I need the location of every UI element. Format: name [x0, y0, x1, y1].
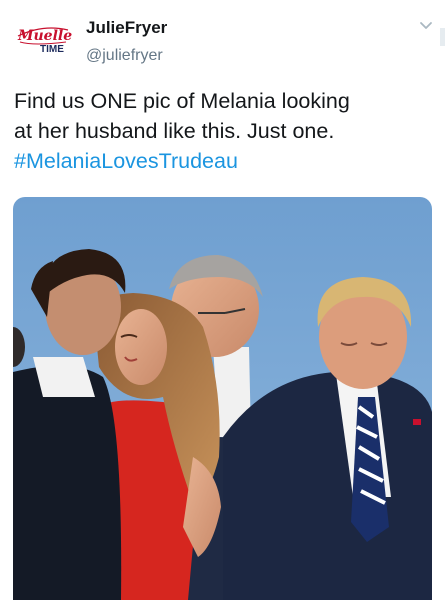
display-name[interactable]: JulieFryer [86, 18, 167, 38]
tweet-card[interactable]: Mueller TIME JulieFryer @juliefryer Find… [0, 0, 445, 600]
tweet-photo[interactable] [13, 197, 432, 600]
tweet-text-line: at her husband like this. Just one. [14, 119, 335, 143]
user-handle[interactable]: @juliefryer [86, 46, 163, 66]
photo-image [13, 197, 432, 600]
svg-text:Mueller: Mueller [17, 28, 72, 44]
scroll-edge [440, 28, 445, 46]
tweet-text: Find us ONE pic of Melania looking at he… [14, 86, 429, 176]
tweet-text-line: Find us ONE pic of Melania looking [14, 89, 350, 113]
hashtag-link[interactable]: #MelaniaLovesTrudeau [14, 146, 429, 176]
avatar[interactable]: Mueller TIME [14, 20, 81, 60]
mueller-time-logo: Mueller TIME [17, 27, 81, 55]
chevron-down-icon[interactable] [418, 18, 434, 34]
svg-text:TIME: TIME [40, 44, 64, 55]
